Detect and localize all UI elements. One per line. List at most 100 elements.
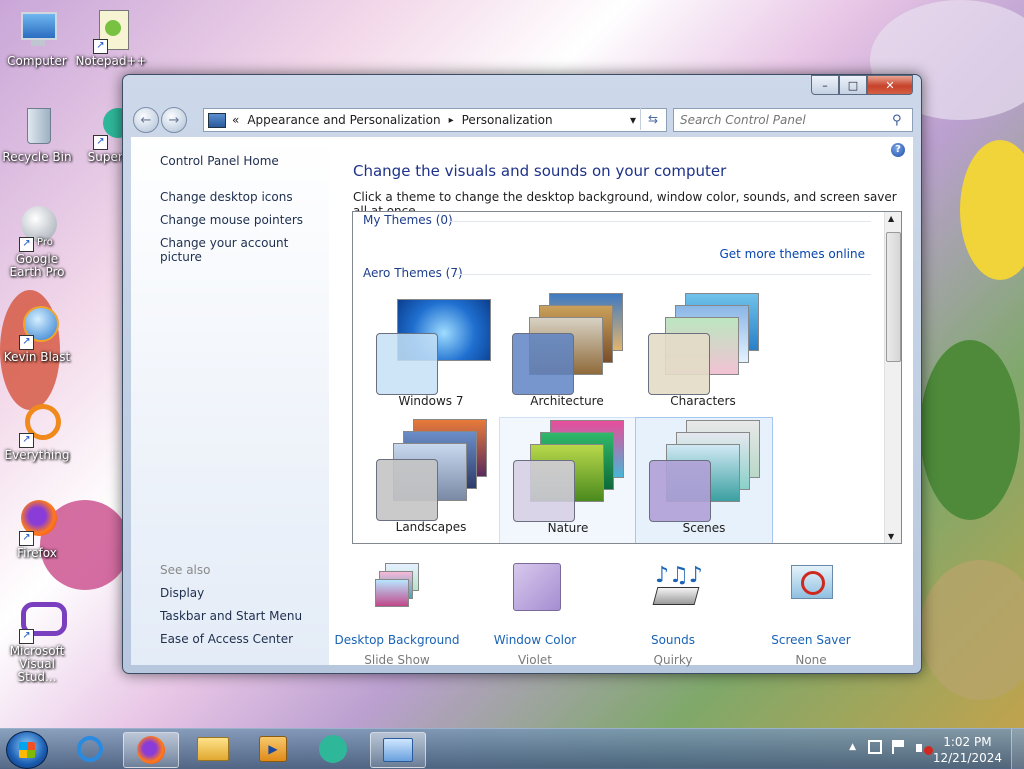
sounds-setting[interactable]: ♪♫♪ Sounds Quirky — [603, 563, 743, 667]
theme-windows-7[interactable]: Windows 7 — [363, 291, 499, 416]
divider — [449, 221, 871, 222]
wallpaper-shape — [920, 560, 1024, 700]
sidebar-control-panel-home[interactable]: Control Panel Home — [160, 154, 279, 168]
sidebar-change-account-picture[interactable]: Change your account picture — [160, 236, 329, 264]
setting-name[interactable]: Desktop Background — [327, 633, 467, 647]
wallpaper-shape — [920, 340, 1020, 520]
clock-time: 1:02 PM — [943, 735, 992, 749]
setting-value: Quirky — [653, 653, 693, 667]
desktop-icon-recycle-bin[interactable]: Recycle Bin — [0, 104, 76, 164]
get-more-themes-link[interactable]: Get more themes online — [719, 247, 865, 261]
desktop-icon-label: Google Earth Pro — [9, 252, 65, 279]
firefox-icon: ↗ — [15, 500, 59, 546]
caption-buttons: – □ ✕ — [811, 75, 913, 95]
see-also-display[interactable]: Display — [160, 586, 204, 600]
desktop-icon-notepadpp[interactable]: ↗ Notepad++ — [72, 8, 150, 68]
volume-muted-icon[interactable] — [916, 740, 933, 756]
theme-scenes[interactable]: Scenes — [635, 417, 773, 543]
content-area: Control Panel Home Change desktop icons … — [131, 137, 913, 667]
address-dropdown-icon[interactable]: ▾ — [630, 113, 636, 127]
theme-list[interactable]: My Themes (0) Get more themes online Aer… — [352, 211, 902, 544]
taskbar-internet-explorer[interactable] — [63, 732, 117, 766]
help-icon[interactable]: ? — [891, 143, 905, 157]
setting-name[interactable]: Window Color — [465, 633, 605, 647]
desktop-icon-label: Computer — [7, 54, 67, 68]
see-also-ease-of-access[interactable]: Ease of Access Center — [160, 632, 293, 646]
minimize-button[interactable]: – — [811, 75, 839, 95]
taskbar-firefox[interactable] — [123, 732, 179, 768]
refresh-icon[interactable]: ⇆ — [640, 108, 665, 130]
theme-label: Architecture — [530, 394, 604, 408]
breadcrumb-personalization[interactable]: Personalization — [462, 113, 553, 127]
navigation-bar: ← → « Appearance and Personalization ▸ P… — [131, 105, 913, 135]
window-color-setting[interactable]: Window Color Violet — [465, 563, 605, 667]
notepadpp-icon: ↗ — [89, 8, 133, 54]
maximize-button[interactable]: □ — [839, 75, 867, 95]
theme-list-scrollbar[interactable]: ▲ ▼ — [884, 212, 901, 543]
action-center-flag-icon[interactable] — [892, 740, 906, 754]
setting-name[interactable]: Screen Saver — [741, 633, 881, 647]
sidebar-change-desktop-icons[interactable]: Change desktop icons — [160, 190, 293, 204]
taskbar-file-explorer[interactable] — [186, 732, 240, 766]
desktop-icon-kevin-blast[interactable]: ↗ Kevin Blast — [0, 304, 76, 364]
window-color-icon — [513, 563, 561, 611]
internet-explorer-icon — [77, 736, 103, 762]
address-bar[interactable]: « Appearance and Personalization ▸ Perso… — [203, 108, 667, 132]
setting-value: Violet — [517, 653, 553, 667]
main-panel: ? Change the visuals and sounds on your … — [327, 137, 913, 667]
window-color-swatch — [512, 333, 574, 395]
shortcut-arrow-icon: ↗ — [19, 433, 34, 448]
setting-name[interactable]: Sounds — [603, 633, 743, 647]
see-also-taskbar[interactable]: Taskbar and Start Menu — [160, 609, 302, 623]
theme-landscapes[interactable]: Landscapes — [363, 417, 499, 542]
taskbar-control-panel[interactable] — [370, 732, 426, 768]
scroll-thumb[interactable] — [886, 232, 901, 362]
desktop-icon-label: Recycle Bin — [2, 150, 72, 164]
desktop-icon-everything[interactable]: ↗ Everything — [0, 402, 76, 462]
sounds-icon: ♪♫♪ — [651, 563, 703, 611]
personalization-window: – □ ✕ ← → « Appearance and Personalizati… — [122, 74, 922, 674]
setting-value: None — [795, 653, 827, 667]
close-button[interactable]: ✕ — [867, 75, 913, 95]
shortcut-arrow-icon: ↗ — [19, 531, 34, 546]
clock-date: 12/21/2024 — [932, 751, 1002, 765]
desktop-icon-computer[interactable]: Computer — [0, 8, 76, 68]
theme-label: Scenes — [682, 521, 726, 535]
forward-button[interactable]: → — [161, 107, 187, 133]
start-button[interactable] — [6, 731, 48, 769]
media-player-icon: ▶ — [259, 736, 287, 762]
breadcrumb-appearance[interactable]: Appearance and Personalization — [247, 113, 440, 127]
recycle-bin-icon — [15, 104, 59, 148]
screen-saver-setting[interactable]: Screen Saver None — [741, 565, 881, 667]
sidebar-change-mouse-pointers[interactable]: Change mouse pointers — [160, 213, 303, 227]
desktop-icon-visual-studio[interactable]: ↗ Microsoft Visual Stud... — [0, 598, 76, 684]
back-button[interactable]: ← — [133, 107, 159, 133]
search-input[interactable] — [674, 112, 892, 128]
desktop-icon-google-earth[interactable]: ↗ Pro Google Earth Pro — [0, 206, 76, 279]
show-hidden-icons-button[interactable]: ▲ — [849, 742, 856, 752]
google-earth-icon: ↗ Pro — [15, 206, 59, 252]
address-chevron[interactable]: « — [232, 113, 239, 127]
search-box[interactable]: ⚲ — [673, 108, 913, 132]
show-desktop-button[interactable] — [1011, 729, 1024, 769]
taskbar-superm[interactable] — [306, 732, 360, 766]
control-panel-icon — [383, 738, 413, 762]
clock[interactable]: 1:02 PM 12/21/2024 — [933, 734, 1002, 766]
theme-label: Nature — [547, 521, 589, 535]
network-icon[interactable] — [868, 740, 882, 754]
aero-themes-header[interactable]: Aero Themes (7) — [363, 266, 463, 280]
theme-architecture[interactable]: Architecture — [499, 291, 635, 416]
theme-label: Windows 7 — [398, 394, 464, 408]
taskbar-media-player[interactable]: ▶ — [246, 732, 300, 766]
search-icon[interactable]: ⚲ — [892, 113, 902, 128]
scroll-up-icon[interactable]: ▲ — [888, 214, 894, 223]
my-themes-header[interactable]: My Themes (0) — [363, 213, 453, 227]
theme-nature[interactable]: Nature — [499, 417, 637, 543]
windows-logo-icon — [19, 742, 35, 758]
desktop-icon-firefox[interactable]: ↗ Firefox — [0, 500, 76, 560]
theme-characters[interactable]: Characters — [635, 291, 771, 416]
scroll-down-icon[interactable]: ▼ — [888, 532, 894, 541]
desktop-background-setting[interactable]: Desktop Background Slide Show — [327, 563, 467, 667]
setting-value: Slide Show — [364, 653, 430, 667]
breadcrumb-separator-icon[interactable]: ▸ — [449, 115, 454, 126]
